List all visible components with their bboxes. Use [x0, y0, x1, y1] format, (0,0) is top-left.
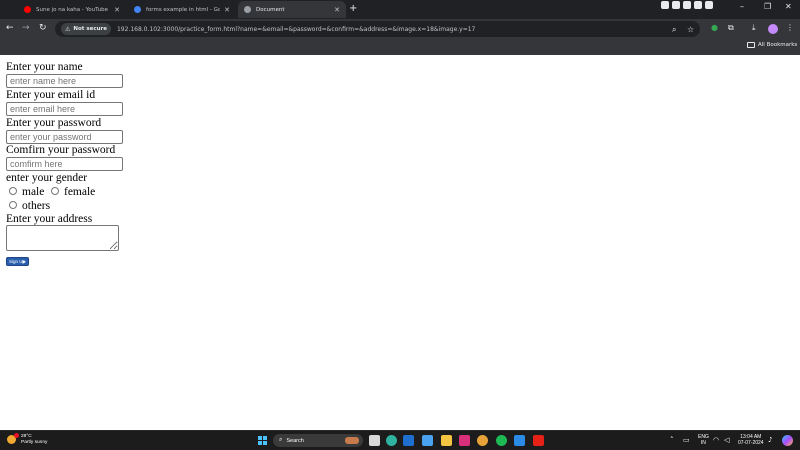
teams-icon[interactable] [403, 435, 414, 446]
address-bar[interactable]: ⚠ Not secure 192.168.0.102:3000/practice… [55, 21, 700, 37]
all-bookmarks-button[interactable]: All Bookmarks [747, 42, 797, 48]
tab-title: Document [256, 6, 285, 13]
page-content: Enter your name Enter your email id Ente… [0, 55, 800, 430]
tab-strip: Sune jo na kaha - YouTube ✕ forms exampl… [0, 0, 800, 19]
extension-shortcuts [661, 1, 713, 9]
language-indicator[interactable]: ENG IN [698, 434, 709, 446]
browser-toolbar: ← → ↻ ⚠ Not secure 192.168.0.102:3000/pr… [0, 19, 800, 39]
browser-chrome: Sune jo na kaha - YouTube ✕ forms exampl… [0, 0, 800, 55]
close-icon[interactable]: ✕ [334, 6, 340, 14]
gender-others-label: others [22, 200, 51, 212]
gender-female-label: female [64, 186, 96, 198]
gender-female-radio[interactable] [51, 187, 59, 195]
task-view-icon[interactable] [369, 435, 380, 446]
name-input[interactable] [6, 74, 123, 88]
search-icon: ⌕ [279, 437, 283, 443]
warning-icon: ⚠ [65, 25, 71, 33]
security-label: Not secure [73, 26, 107, 32]
search-label: Search [286, 437, 304, 444]
taskbar-search[interactable]: ⌕ Search [273, 434, 363, 447]
forward-button[interactable]: → [22, 23, 30, 34]
volume-icon[interactable]: ◁ [724, 436, 729, 444]
wifi-icon[interactable]: ◠ [713, 436, 719, 444]
windows-taskbar: 28°C Partly sunny ⌕ Search ˄ ▭ ENG IN ◠ … [0, 430, 800, 450]
globe-icon [244, 6, 251, 13]
tab-youtube[interactable]: Sune jo na kaha - YouTube ✕ [18, 1, 126, 18]
youtube-app-icon[interactable] [533, 435, 544, 446]
name-label: Enter your name [6, 61, 83, 73]
vscode-icon[interactable] [514, 435, 525, 446]
weather-desc: Partly sunny [21, 440, 48, 445]
tab-title: forms example in html - Googl [146, 6, 221, 13]
gender-male-radio[interactable] [9, 187, 17, 195]
close-icon[interactable]: ✕ [224, 6, 230, 14]
date-label: 07-07-2024 [738, 440, 764, 446]
folder-icon [747, 42, 755, 48]
tab-google[interactable]: forms example in html - Googl ✕ [128, 1, 236, 18]
confirm-password-label: Comfirn your password [6, 144, 116, 156]
password-input[interactable] [6, 130, 123, 144]
address-textarea[interactable] [6, 225, 119, 251]
chrome-icon[interactable] [477, 435, 488, 446]
all-bookmarks-label: All Bookmarks [758, 42, 798, 48]
weather-widget[interactable]: 28°C Partly sunny [21, 434, 47, 446]
zoom-icon[interactable]: ⌕ [672, 25, 676, 35]
restore-button[interactable]: ❐ [764, 2, 771, 11]
confirm-password-input[interactable] [6, 157, 123, 171]
camera-icon[interactable] [672, 1, 680, 9]
minimize-button[interactable]: – [740, 2, 744, 11]
bell-icon[interactable]: ♪ [768, 436, 772, 444]
region-label: IN [700, 440, 706, 446]
password-label: Enter your password [6, 117, 102, 129]
copilot-icon[interactable] [782, 435, 793, 446]
gender-label: enter your gender [6, 172, 88, 184]
arrow-right-icon: ▶ [22, 259, 26, 264]
download-icon[interactable]: ⤓ [752, 23, 756, 33]
profile-avatar[interactable] [768, 24, 778, 34]
back-button[interactable]: ← [6, 23, 14, 34]
bookmarks-bar [0, 39, 800, 55]
bookmark-star-icon[interactable]: ☆ [687, 25, 694, 34]
clock[interactable]: 13:04 AM 07-07-2024 [738, 434, 764, 446]
store-icon[interactable] [422, 435, 433, 446]
chevron-up-icon[interactable]: ˄ [670, 436, 674, 444]
pen-icon[interactable] [661, 1, 669, 9]
file-explorer-icon[interactable] [441, 435, 452, 446]
tab-document[interactable]: Document ✕ [238, 1, 346, 18]
display-icon[interactable]: ▭ [683, 436, 690, 444]
windows-start-icon[interactable] [258, 436, 267, 445]
google-icon [134, 6, 141, 13]
email-input[interactable] [6, 102, 123, 116]
puzzle-icon[interactable]: ⧉ [728, 23, 734, 33]
youtube-icon [24, 6, 31, 13]
close-window-button[interactable]: ✕ [785, 2, 792, 11]
url-text[interactable]: 192.168.0.102:3000/practice_form.html?na… [117, 26, 475, 33]
edge-icon[interactable] [386, 435, 397, 446]
notification-badge [14, 433, 19, 438]
signup-image-button[interactable]: Sign Up ▶ [6, 257, 29, 266]
menu-icon[interactable]: ⋮ [786, 23, 794, 32]
tab-title: Sune jo na kaha - YouTube [36, 6, 109, 13]
search-highlight-image [345, 437, 359, 444]
site-security-chip[interactable]: ⚠ Not secure [61, 23, 111, 35]
reload-button[interactable]: ↻ [39, 23, 47, 34]
email-label: Enter your email id [6, 89, 96, 101]
video-icon[interactable] [683, 1, 691, 9]
gender-male-label: male [22, 186, 45, 198]
gear-icon[interactable] [705, 1, 713, 9]
spotify-icon[interactable] [496, 435, 507, 446]
gender-others-radio[interactable] [9, 201, 17, 209]
extension-icon[interactable]: ● [711, 23, 718, 32]
copy-icon[interactable] [694, 1, 702, 9]
instagram-icon[interactable] [459, 435, 470, 446]
close-icon[interactable]: ✕ [114, 6, 120, 14]
new-tab-button[interactable]: + [349, 3, 357, 15]
